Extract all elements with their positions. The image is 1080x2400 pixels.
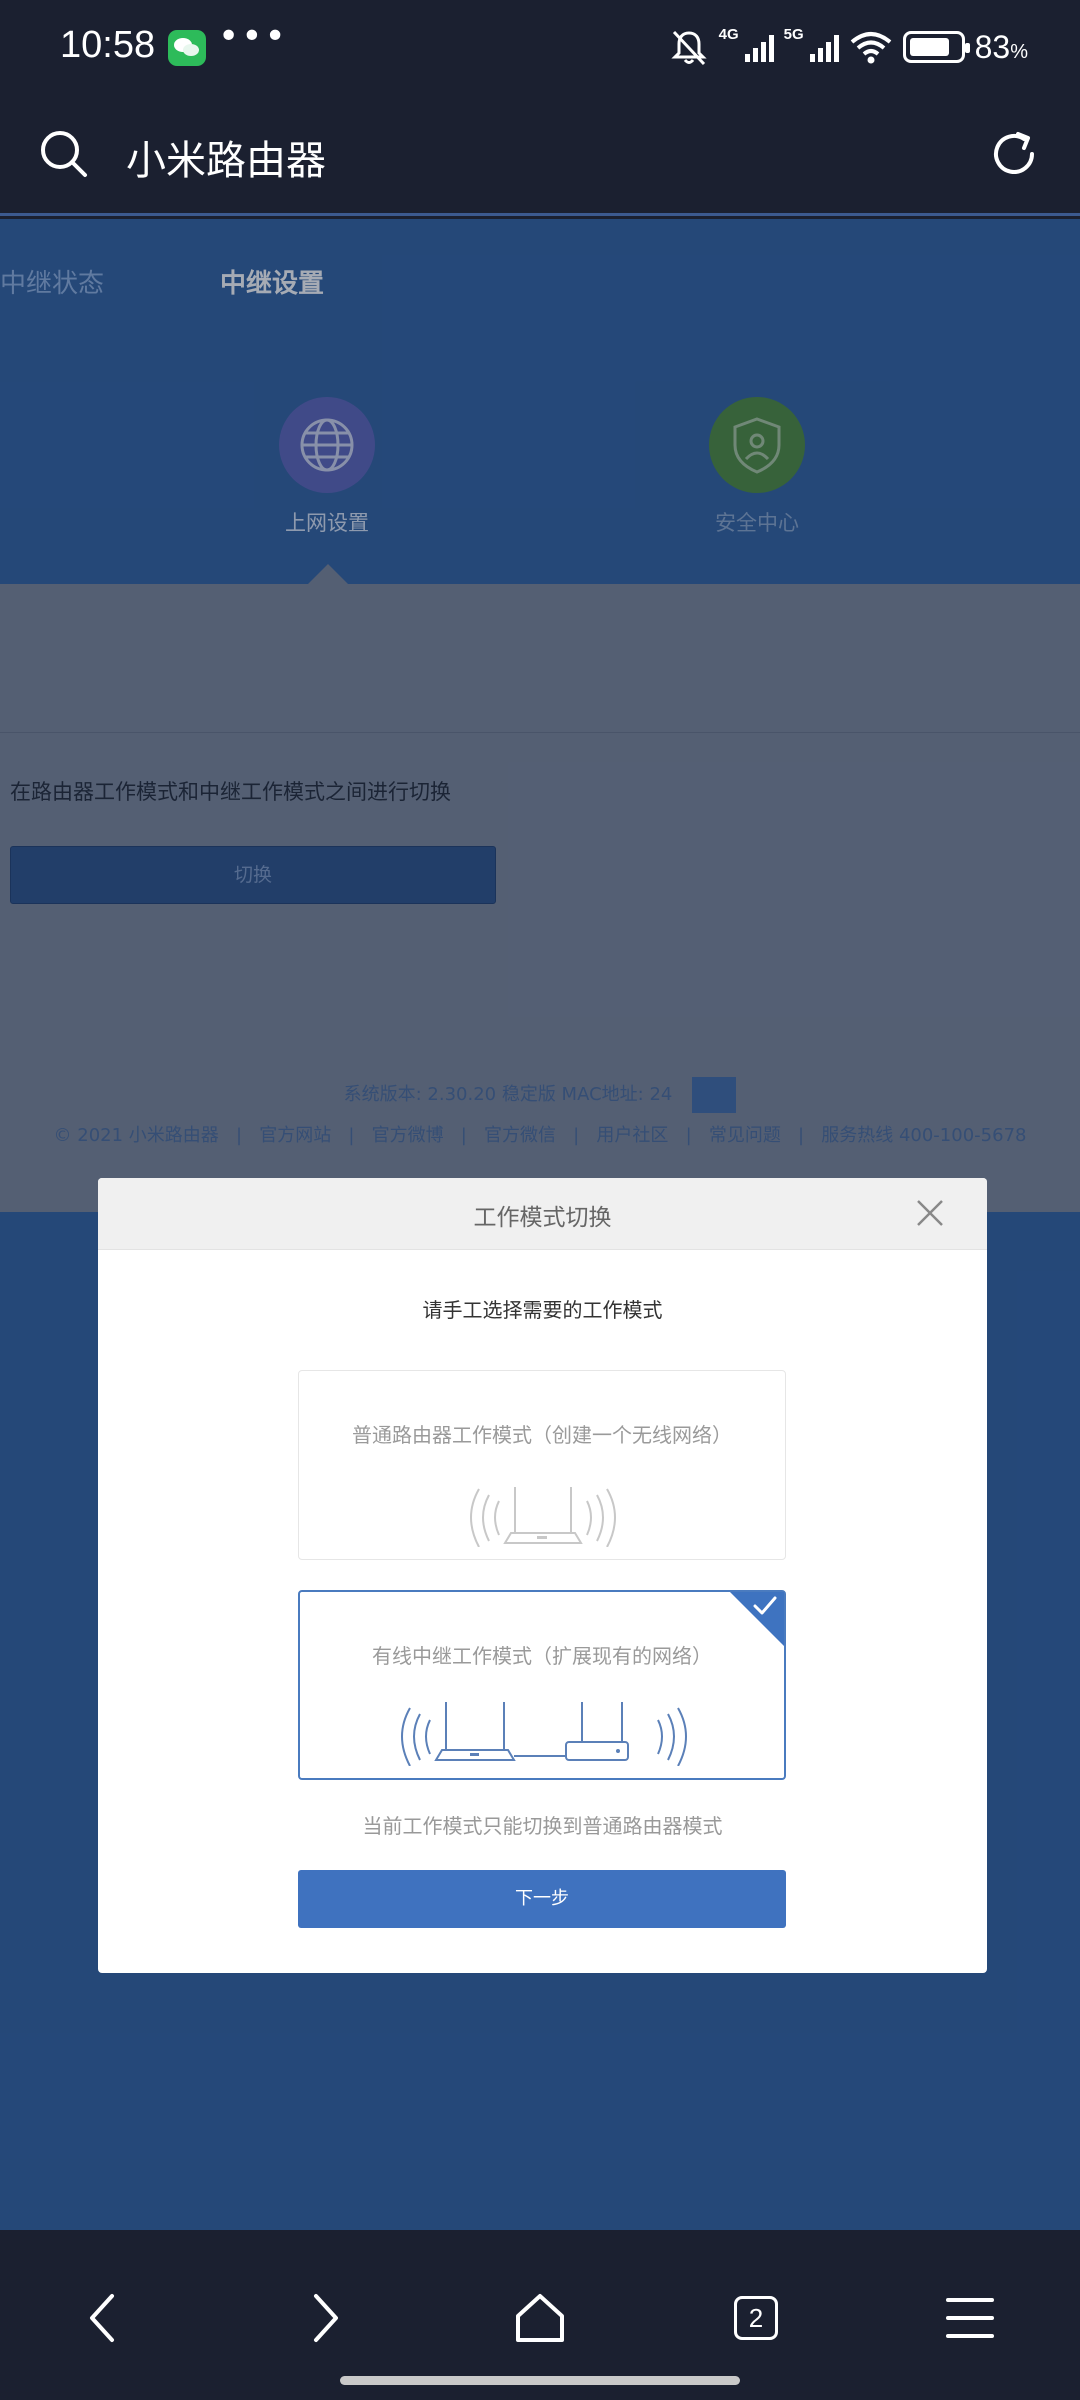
back-icon[interactable] [76,2288,136,2348]
search-icon[interactable] [36,126,92,182]
option-label: 有线中继工作模式（扩展现有的网络） [372,1644,712,1668]
option-label: 普通路由器工作模式（创建一个无线网络） [352,1423,732,1447]
signal-5g-icon: 5G [784,26,839,62]
checkmark-icon [753,1596,777,1615]
wifi-icon [850,32,891,64]
home-indicator[interactable] [340,2376,740,2385]
close-icon[interactable] [915,1198,945,1228]
home-icon[interactable] [510,2288,570,2348]
clock: 10:58 [60,24,156,66]
wechat-notification-icon [168,30,206,66]
router-illustration-icon [470,1487,616,1547]
signal-4g-icon: 4G [719,26,774,62]
status-bar: 10:58 ••• 4G 5G 83% [0,0,1080,100]
dialog-header: 工作模式切换 [98,1178,987,1250]
page-title[interactable]: 小米路由器 [126,128,326,186]
more-notifications-icon: ••• [218,16,288,57]
network-type-label: 5G [783,26,804,43]
refresh-icon[interactable] [988,126,1044,182]
forward-icon[interactable] [292,2288,352,2348]
work-mode-dialog: 工作模式切换 请手工选择需要的工作模式 普通路由器工作模式（创建一个无线网络） … [98,1178,987,1973]
mode-hint: 当前工作模式只能切换到普通路由器模式 [362,1814,723,1838]
next-step-button[interactable]: 下一步 [298,1870,786,1928]
battery-percentage: 83% [974,28,1028,65]
tab-count: 2 [734,2296,778,2340]
relay-illustration-icon [401,1702,687,1766]
option-wired-relay-mode[interactable]: 有线中继工作模式（扩展现有的网络） [298,1590,786,1780]
battery-icon [902,31,970,63]
browser-bottom-nav: 2 [0,2230,1080,2400]
tabs-button[interactable]: 2 [726,2288,786,2348]
status-icons: 4G 5G 83% [669,26,1028,66]
menu-icon[interactable] [940,2288,1000,2348]
dialog-title: 工作模式切换 [473,1205,612,1231]
dialog-prompt: 请手工选择需要的工作模式 [422,1298,663,1322]
browser-toolbar: 小米路由器 [0,100,1080,216]
option-router-mode[interactable]: 普通路由器工作模式（创建一个无线网络） [298,1370,786,1560]
network-type-label: 4G [718,26,739,43]
battery-level [909,38,950,56]
muted-bell-icon [670,30,707,66]
